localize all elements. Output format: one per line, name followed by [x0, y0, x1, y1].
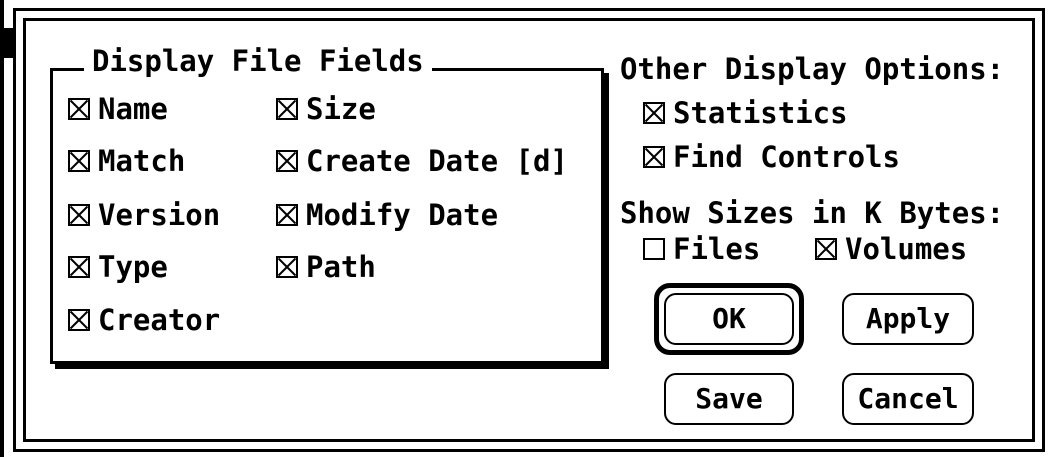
checkbox-label: Volumes	[845, 232, 968, 266]
checkbox-statistics[interactable]: Statistics	[643, 96, 848, 130]
checkbox-box[interactable]	[276, 150, 298, 172]
checkbox-label: Type	[98, 250, 168, 284]
checkbox-label: Name	[98, 92, 168, 126]
checkbox-match[interactable]: Match	[68, 144, 185, 178]
checkbox-files[interactable]: Files	[643, 232, 760, 266]
checkbox-box[interactable]	[68, 98, 90, 120]
window-edge	[0, 0, 4, 457]
checkbox-label: Statistics	[673, 96, 848, 130]
checkbox-box[interactable]	[276, 98, 298, 120]
apply-button[interactable]: Apply	[842, 293, 974, 345]
checkbox-box[interactable]	[68, 204, 90, 226]
k-bytes-title: Show Sizes in K Bytes:	[620, 196, 1005, 230]
checkbox-label: Files	[673, 232, 761, 266]
checkbox-label: Create Date [d]	[306, 144, 568, 178]
checkbox-box[interactable]	[643, 238, 665, 260]
checkbox-version[interactable]: Version	[68, 198, 220, 232]
checkbox-find-controls[interactable]: Find Controls	[643, 140, 900, 174]
checkbox-create-date[interactable]: Create Date [d]	[276, 144, 568, 178]
checkbox-box[interactable]	[68, 256, 90, 278]
cancel-button[interactable]: Cancel	[842, 373, 974, 425]
checkbox-label: Modify Date	[306, 198, 499, 232]
checkbox-label: Match	[98, 144, 186, 178]
checkbox-creator[interactable]: Creator	[68, 303, 220, 337]
checkbox-type[interactable]: Type	[68, 250, 168, 284]
checkbox-path[interactable]: Path	[276, 250, 376, 284]
checkbox-label: Path	[306, 250, 376, 284]
checkbox-label: Size	[306, 92, 376, 126]
checkbox-box[interactable]	[68, 150, 90, 172]
checkbox-label: Version	[98, 198, 221, 232]
checkbox-box[interactable]	[68, 309, 90, 331]
checkbox-size[interactable]: Size	[276, 92, 376, 126]
display-file-fields-title: Display File Fields	[84, 44, 432, 78]
checkbox-box[interactable]	[276, 256, 298, 278]
ok-button[interactable]: OK	[664, 293, 794, 345]
checkbox-box[interactable]	[815, 238, 837, 260]
checkbox-box[interactable]	[643, 146, 665, 168]
checkbox-box[interactable]	[643, 102, 665, 124]
checkbox-name[interactable]: Name	[68, 92, 168, 126]
checkbox-label: Find Controls	[673, 140, 900, 174]
checkbox-modify-date[interactable]: Modify Date	[276, 198, 498, 232]
checkbox-label: Creator	[98, 303, 221, 337]
other-display-options-title: Other Display Options:	[620, 52, 1005, 86]
save-button[interactable]: Save	[664, 373, 794, 425]
window-edge-mark	[0, 28, 13, 58]
checkbox-box[interactable]	[276, 204, 298, 226]
checkbox-volumes[interactable]: Volumes	[815, 232, 967, 266]
